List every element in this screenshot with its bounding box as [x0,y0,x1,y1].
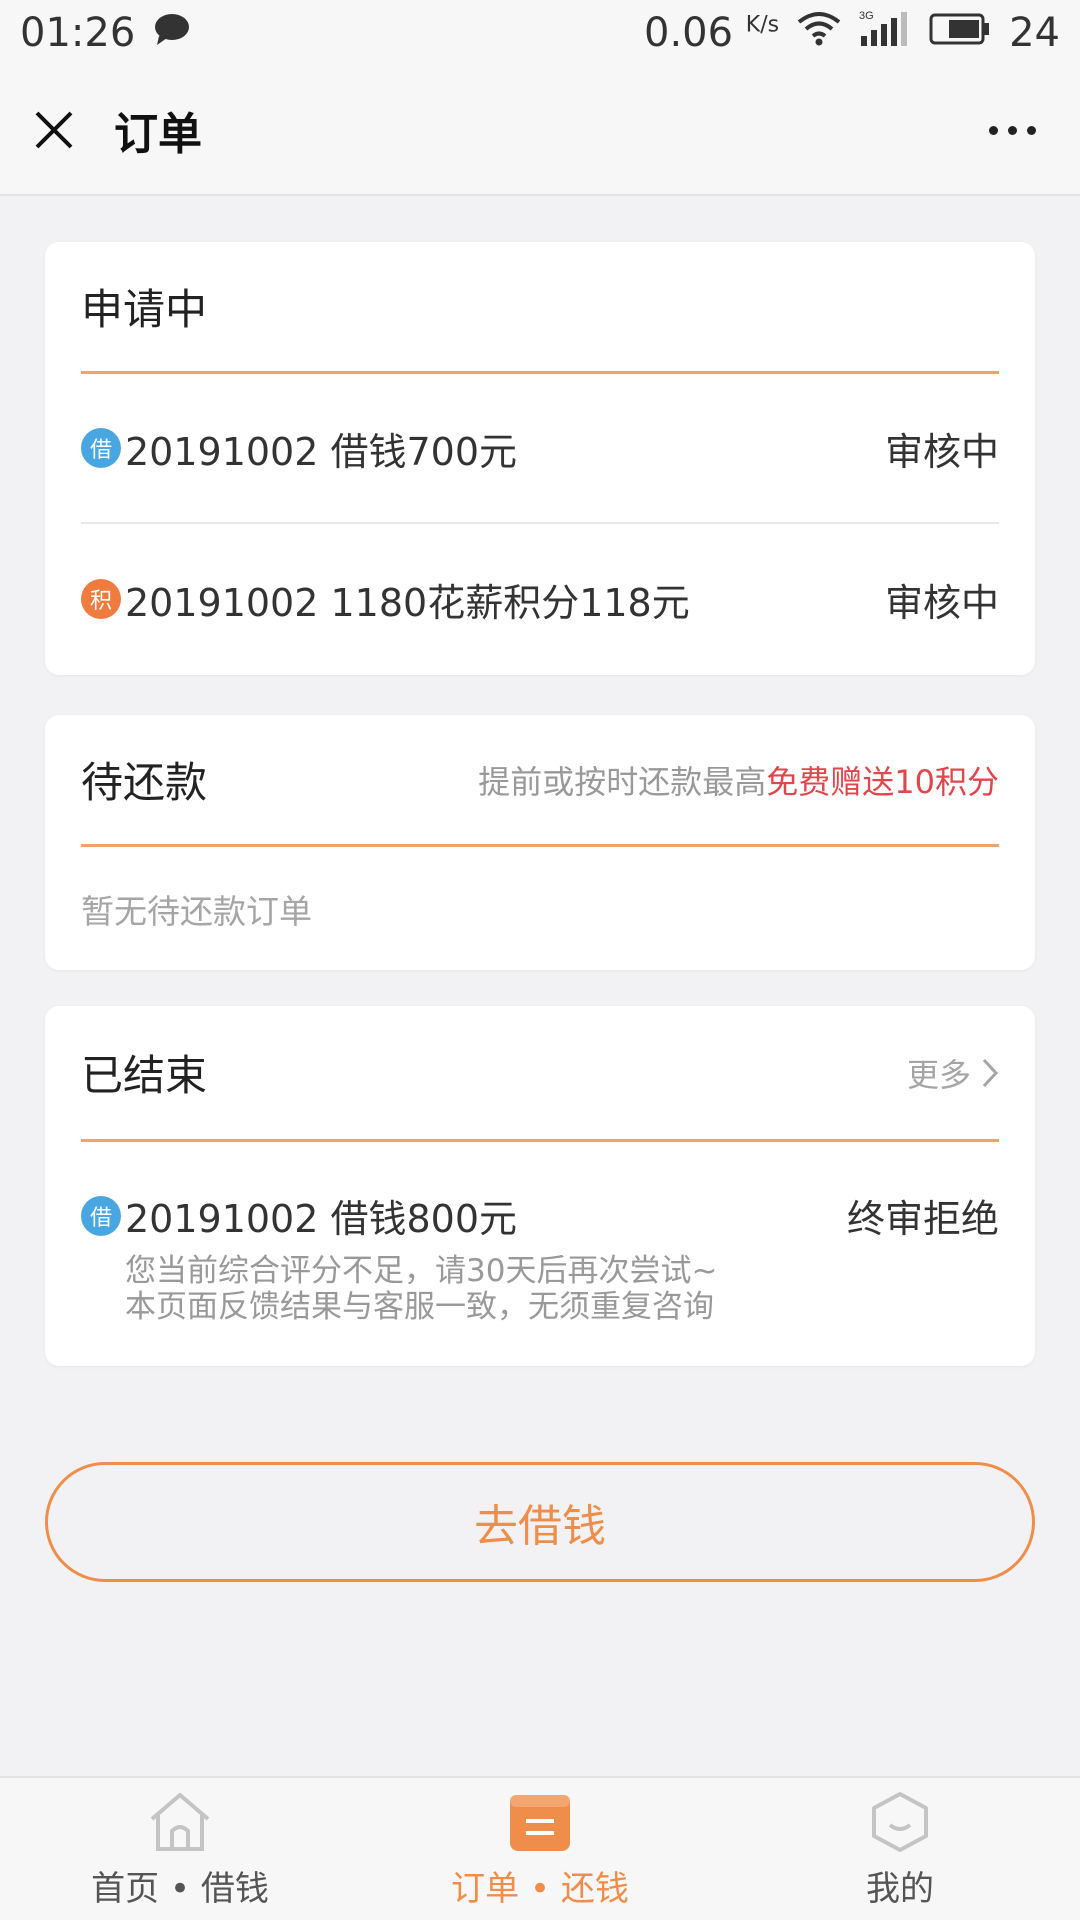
order-status: 审核中 [884,580,999,625]
dot-icon [989,125,998,135]
nav-home[interactable]: 首页 • 借钱 [0,1778,360,1920]
empty-pending-text: 暂无待还款订单 [81,892,312,931]
chevron-right-icon [982,1058,999,1087]
repay-promo: 提前或按时还款最高免费赠送10积分 [478,757,999,803]
profile-icon [868,1789,932,1855]
nav-label: 我的 [866,1868,934,1909]
ended-title: 已结束 [81,1051,208,1100]
more-label: 更多 [906,1055,971,1094]
page-title: 订单 [114,109,202,160]
order-text: 20191002 借钱800元 [125,1197,518,1241]
title-bar: 订单 [0,66,1080,196]
nav-label: 首页 • 借钱 [91,1868,269,1909]
promo-text: 提前或按时还款最高 [478,762,767,801]
more-options-icon[interactable] [979,116,1046,145]
order-row[interactable]: 借 20191002 借钱700元 审核中 [81,374,999,524]
network-speed-value: 0.06 [644,10,734,56]
network-speed: 0.06 K/s [644,10,779,56]
home-icon [148,1789,212,1855]
applying-title: 申请中 [81,285,208,334]
promo-highlight: 免费赠送10积分 [766,762,999,801]
network-speed-unit: K/s [745,12,780,38]
signal-icon: 3G [859,8,911,58]
message-icon [153,10,191,56]
orders-icon [508,1789,572,1855]
more-link[interactable]: 更多 [907,1050,999,1096]
borrow-button[interactable]: 去借钱 [45,1462,1035,1582]
wifi-icon [797,10,841,56]
order-status: 审核中 [884,429,999,474]
order-row[interactable]: 借 20191002 借钱800元 终审拒绝 您当前综合评分不足，请30天后再次… [81,1142,999,1365]
pending-card: 待还款 提前或按时还款最高免费赠送10积分 暂无待还款订单 [45,715,1035,970]
order-status: 终审拒绝 [846,1197,999,1241]
status-time: 01:26 [20,10,136,56]
rejection-note: 您当前综合评分不足，请30天后再次尝试~ 本页面反馈结果与客服一致，无须重复咨询 [125,1253,999,1325]
order-row[interactable]: 积 20191002 1180花薪积分118元 审核中 [81,524,999,674]
note-line: 本页面反馈结果与客服一致，无须重复咨询 [125,1289,714,1325]
network-type: 3G [859,10,874,22]
nav-label: 订单 • 还钱 [451,1868,629,1909]
nav-orders[interactable]: 订单 • 还钱 [360,1778,720,1920]
nav-profile[interactable]: 我的 [720,1778,1080,1920]
order-text: 20191002 1180花薪积分118元 [125,580,690,625]
status-bar: 01:26 0.06 K/s 3G 24 [0,0,1080,66]
order-text: 20191002 借钱700元 [125,429,518,474]
points-badge-icon: 积 [81,579,121,619]
pending-title: 待还款 [81,758,208,807]
bottom-nav: 首页 • 借钱 订单 • 还钱 我的 [0,1776,1080,1920]
dot-icon [1008,125,1017,135]
dot-icon [1027,125,1036,135]
battery-icon [929,10,991,56]
borrow-badge-icon: 借 [81,428,121,468]
close-icon[interactable] [34,110,74,150]
ended-card: 已结束 更多 借 20191002 借钱800元 终审拒绝 您当前综合评分不足，… [45,1006,1035,1366]
note-line: 您当前综合评分不足，请30天后再次尝试~ [125,1253,718,1289]
battery-level: 24 [1009,10,1060,56]
borrow-badge-icon: 借 [81,1195,121,1236]
applying-card: 申请中 借 20191002 借钱700元 审核中 积 20191002 118… [45,242,1035,675]
